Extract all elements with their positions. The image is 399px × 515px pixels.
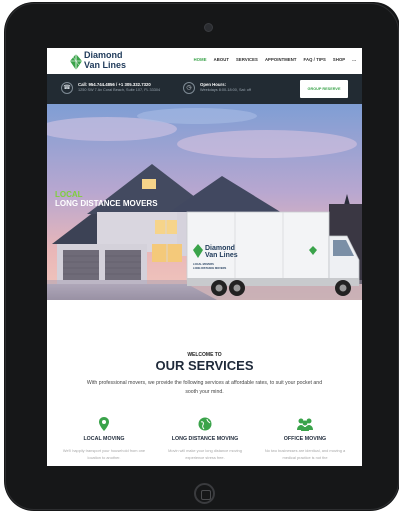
nav-about[interactable]: ABOUT [214,57,229,62]
hours-label: Open Hours: [200,82,227,87]
service-title: OFFICE MOVING [283,436,327,442]
service-office-moving[interactable]: OFFICE MOVING No two businesses are iden… [260,417,350,461]
location-pin-icon [99,417,109,431]
nav-shop[interactable]: SHOP [333,57,345,62]
service-local-moving[interactable]: LOCAL MOVING We'll happily transport you… [59,417,149,461]
nav-home[interactable]: HOME [194,57,207,62]
site-header: Diamond Van Lines HOME ABOUT SERVICES AP… [47,48,362,74]
home-square-icon [201,490,211,500]
cta-label: GROUP RESERVE [307,87,341,91]
nav-more[interactable]: ... [352,57,356,62]
people-icon [297,418,313,431]
truck-small-line2: LONG DISTANCE MOVERS [193,266,227,270]
camera-icon [204,23,213,32]
home-button[interactable] [194,483,215,504]
hero-banner: Diamond Van Lines LOCAL MOVERS LONG DIST… [47,104,362,300]
hero-heading: LOCAL LONG DISTANCE MOVERS [55,190,158,208]
info-bar: ☎ Call: 954.744.4856 / +1 305.332.7320 1… [47,74,362,104]
service-desc: Movin will make your long distance movin… [168,448,242,460]
address: 1250 SW 7 Av Coral Beach, Suite 107, FL … [78,88,161,92]
clock-icon: ◷ [183,82,195,94]
service-title: LONG DISTANCE MOVING [171,436,239,442]
hero-line2: LONG DISTANCE MOVERS [55,199,158,208]
logo-line2: Van Lines [84,59,127,70]
hero-line1: LOCAL [55,190,83,199]
phone-icon: ☎ [61,82,73,94]
service-title: LOCAL MOVING [83,436,125,442]
services-title: OUR SERVICES [155,358,254,373]
globe-icon [198,417,212,431]
hours-value: Weekdays 8:00-18:00, Sat: off [200,88,251,92]
diamond-leaf-icon [70,54,82,70]
truck-small-line1: LOCAL MOVERS [193,262,214,266]
phone-numbers[interactable]: Call: 954.744.4856 / +1 305.332.7320 [78,82,151,87]
services-subtitle: With professional movers, we provide the… [86,380,323,395]
logo[interactable]: Diamond Van Lines [67,50,157,73]
tablet-screen: Diamond Van Lines HOME ABOUT SERVICES AP… [47,48,362,466]
truck-brand-line2: Van Lines [205,252,238,259]
service-desc: We'll happily transport your household f… [62,448,146,460]
logo-text: Diamond Van Lines [84,50,127,70]
truck-brand-line1: Diamond [205,245,235,252]
group-reserve-button[interactable]: GROUP RESERVE [300,80,348,98]
service-desc: No two businesses are identical, and mov… [264,448,346,460]
nav-appointment[interactable]: APPOINTMENT [265,57,297,62]
main-nav: HOME ABOUT SERVICES APPOINTMENT FAQ / TI… [194,57,356,62]
nav-faq-tips[interactable]: FAQ / TIPS [304,57,326,62]
service-long-distance[interactable]: LONG DISTANCE MOVING Movin will make you… [160,417,250,461]
nav-services[interactable]: SERVICES [236,57,258,62]
services-section: WELCOME TO OUR SERVICES With professiona… [47,300,362,466]
